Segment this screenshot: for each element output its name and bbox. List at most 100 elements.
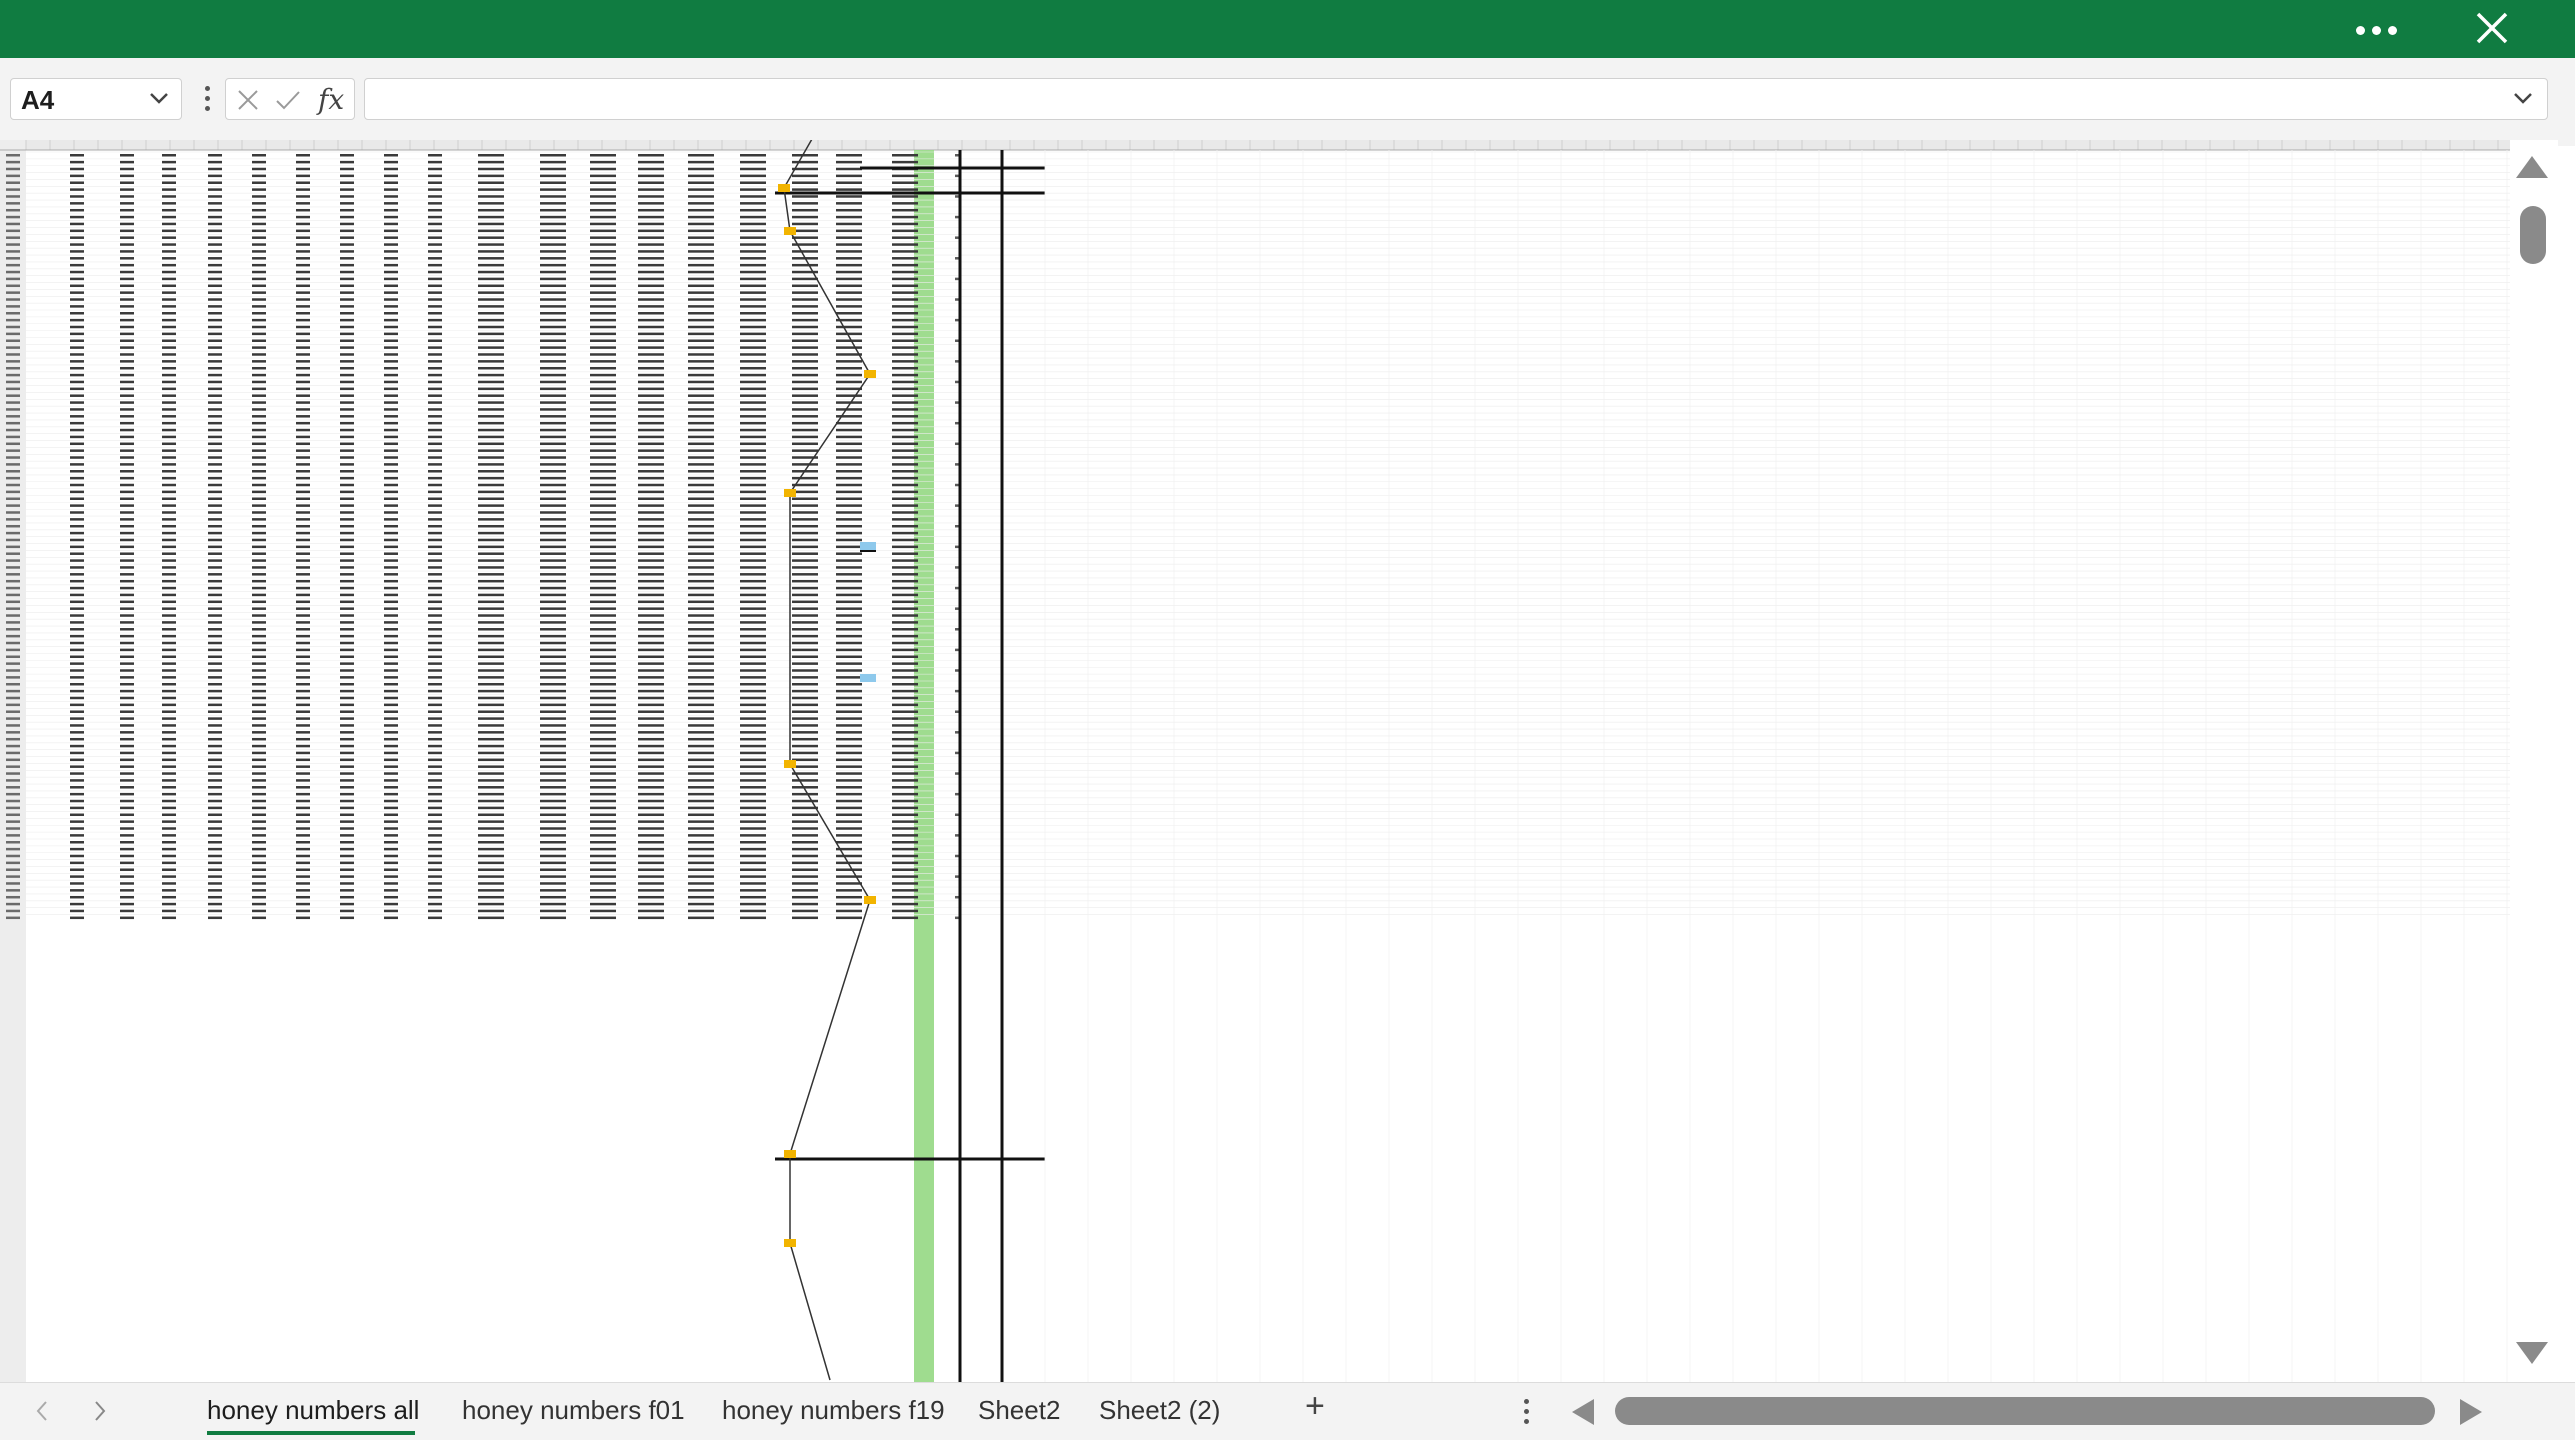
insert-function-icon[interactable]: fx	[318, 83, 344, 116]
cell-value	[478, 174, 504, 178]
scroll-down-arrow-icon[interactable]	[2514, 1340, 2550, 1366]
cell-value	[688, 504, 714, 507]
cell-value	[540, 449, 566, 452]
cell-value	[252, 263, 266, 267]
cell-value	[428, 188, 442, 191]
cell-value	[478, 799, 504, 803]
scroll-up-arrow-icon[interactable]	[2514, 154, 2550, 180]
enter-check-icon[interactable]	[274, 88, 302, 112]
vertical-scroll-thumb[interactable]	[2520, 206, 2546, 264]
cell-value	[252, 799, 266, 803]
cell-value	[836, 312, 862, 315]
cell-value	[120, 366, 134, 370]
row-number	[6, 518, 20, 521]
cell-value	[478, 353, 504, 356]
cell-value	[384, 710, 398, 713]
cell-value	[70, 586, 84, 590]
cell-value	[162, 312, 176, 315]
expand-formula-chevron-icon[interactable]	[2513, 91, 2533, 105]
cell-value	[792, 421, 818, 425]
row-number	[6, 710, 20, 713]
row-number	[6, 854, 20, 858]
cell-value	[208, 559, 222, 562]
cell-value	[384, 263, 398, 267]
cell-value	[892, 600, 918, 604]
cell-value	[688, 202, 714, 205]
next-sheet-chevron-icon[interactable]	[92, 1399, 108, 1423]
cell-value	[955, 463, 959, 466]
cell-value	[792, 504, 818, 507]
cell-value	[384, 861, 398, 865]
cell-value	[590, 476, 616, 480]
cell-value	[792, 476, 818, 480]
cell-value	[478, 586, 504, 590]
cell-value	[428, 641, 442, 645]
cell-value	[478, 868, 504, 871]
cell-value	[638, 483, 664, 487]
cell-value	[836, 421, 862, 425]
cell-value	[340, 682, 354, 686]
cell-value	[740, 470, 766, 473]
cell-value	[688, 518, 714, 521]
prev-sheet-chevron-icon[interactable]	[34, 1399, 50, 1423]
spreadsheet-grid[interactable]	[0, 140, 2528, 1382]
grid-canvas[interactable]	[0, 140, 2528, 1382]
name-box[interactable]: A4	[10, 78, 182, 120]
cell-value	[740, 889, 766, 892]
cell-value	[638, 490, 664, 494]
cell-value	[296, 188, 310, 191]
tab-sheet2-2[interactable]: Sheet2 (2)	[1099, 1395, 1220, 1426]
sheet-options-icon[interactable]	[1524, 1399, 1530, 1425]
cell-value	[296, 442, 310, 446]
formula-bar-more-icon[interactable]	[200, 82, 216, 116]
chevron-down-icon[interactable]	[149, 91, 169, 105]
cell-value	[296, 566, 310, 569]
cell-value	[384, 236, 398, 239]
cell-value	[638, 456, 664, 459]
close-icon[interactable]	[2468, 6, 2516, 52]
formula-input[interactable]	[364, 78, 2548, 120]
cell-value	[70, 277, 84, 281]
vertical-scrollbar[interactable]	[2510, 140, 2558, 1382]
cell-value	[740, 456, 766, 459]
tab-honey-numbers-all[interactable]: honey numbers all	[207, 1395, 419, 1426]
tab-honey-numbers-f19[interactable]: honey numbers f19	[722, 1395, 945, 1426]
cancel-icon[interactable]	[236, 88, 260, 112]
cell-value	[740, 339, 766, 342]
scroll-left-arrow-icon[interactable]	[1570, 1397, 1596, 1427]
cell-value	[590, 895, 616, 899]
cell-value	[540, 366, 566, 370]
cell-value	[836, 160, 862, 164]
tab-sheet2[interactable]: Sheet2	[978, 1395, 1060, 1426]
cell-value	[540, 765, 566, 768]
cell-value	[478, 552, 504, 555]
cell-value	[252, 518, 266, 521]
cell-value	[792, 339, 818, 342]
cell-value	[120, 579, 134, 583]
cell-value	[836, 676, 862, 679]
cell-value	[540, 421, 566, 425]
cell-value	[688, 387, 714, 391]
horizontal-scroll-thumb[interactable]	[1615, 1397, 2435, 1425]
cell-value	[428, 889, 442, 892]
tab-honey-numbers-f01[interactable]: honey numbers f01	[462, 1395, 685, 1426]
add-sheet-button[interactable]: +	[1305, 1387, 1325, 1426]
cell-value	[120, 442, 134, 446]
cell-value	[955, 648, 959, 652]
cell-value	[836, 291, 862, 294]
more-options-icon[interactable]	[2352, 14, 2422, 46]
cell-value	[296, 799, 310, 803]
cell-value	[892, 215, 918, 219]
cell-value	[428, 449, 442, 452]
cell-value	[428, 806, 442, 810]
title-bar	[0, 0, 2575, 58]
cell-value	[792, 181, 818, 184]
cell-value	[688, 243, 714, 246]
yellow-marker	[784, 1150, 796, 1158]
cell-value	[740, 669, 766, 672]
cell-value	[792, 689, 818, 693]
scroll-right-arrow-icon[interactable]	[2458, 1397, 2484, 1427]
cell-value	[740, 895, 766, 899]
row-number	[6, 573, 20, 576]
cell-value	[478, 737, 504, 741]
